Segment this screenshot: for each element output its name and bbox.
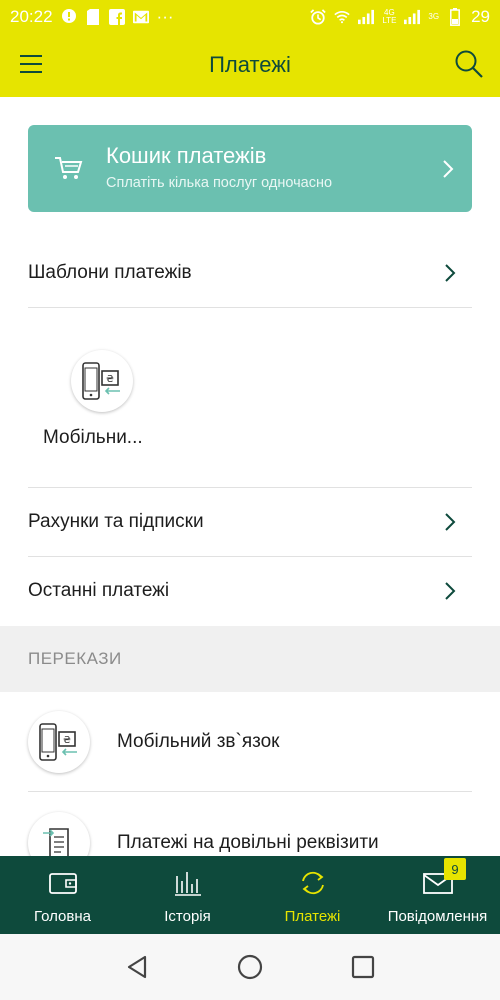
- nav-home[interactable]: Головна: [0, 856, 125, 934]
- chevron-right-icon: [444, 263, 456, 283]
- bar-chart-icon: [174, 872, 201, 896]
- mobile-connection-label: Мобільний зв`язок: [117, 731, 280, 752]
- accounts-subscriptions-row[interactable]: Рахунки та підписки: [28, 504, 472, 540]
- network-type-3g: 3G: [428, 11, 440, 21]
- sim-card-icon: [85, 8, 101, 25]
- divider: [28, 487, 472, 488]
- bottom-navigation: Головна Історія Платежі Повідомлення 9: [0, 856, 500, 934]
- mobile-payment-icon: ₴: [28, 711, 90, 773]
- notification-badge: 9: [444, 858, 466, 880]
- cart-title: Кошик платежів: [106, 143, 267, 168]
- nav-home-label: Головна: [34, 908, 91, 925]
- mobile-payment-icon: ₴: [71, 350, 133, 412]
- chevron-right-icon: [442, 159, 454, 179]
- recent-label: Останні платежі: [28, 580, 170, 601]
- chevron-right-icon: [444, 512, 456, 532]
- status-bar: 20:22 ··· 4G LTE 3G 29: [0, 0, 500, 33]
- arbitrary-details-label: Платежі на довільні реквізити: [117, 832, 379, 853]
- nav-history-label: Історія: [164, 908, 211, 925]
- facebook-icon: [108, 8, 125, 25]
- more-notifications: ···: [156, 6, 174, 26]
- svg-text:₴: ₴: [63, 735, 71, 746]
- divider: [28, 791, 472, 792]
- nav-messages[interactable]: Повідомлення 9: [375, 856, 500, 934]
- system-navigation-bar: [0, 934, 500, 1000]
- page-title: Платежі: [209, 52, 291, 77]
- back-icon[interactable]: [124, 954, 150, 980]
- alarm-icon: [310, 8, 327, 25]
- payments-cart-card[interactable]: Кошик платежів Сплатіть кілька послуг од…: [28, 125, 472, 212]
- mobile-template-tile[interactable]: ₴ Мобільни...: [43, 348, 163, 458]
- mobile-tile-label: Мобільни...: [43, 427, 143, 448]
- nav-payments[interactable]: Платежі: [250, 856, 375, 934]
- divider: [28, 307, 472, 308]
- wallet-icon: [48, 873, 77, 894]
- gmail-icon: [132, 9, 149, 25]
- wifi-icon: [334, 9, 351, 25]
- accounts-label: Рахунки та підписки: [28, 511, 204, 532]
- templates-label: Шаблони платежів: [28, 262, 192, 283]
- status-time: 20:22: [10, 6, 53, 26]
- chat-bubble-icon: [61, 8, 77, 25]
- recent-apps-icon[interactable]: [350, 954, 376, 980]
- divider: [28, 556, 472, 557]
- recent-payments-row[interactable]: Останні платежі: [28, 573, 472, 609]
- cart-subtitle: Сплатіть кілька послуг одночасно: [106, 175, 333, 191]
- sync-arrows-icon: [301, 871, 324, 895]
- network-type-4g: 4G LTE: [382, 7, 397, 25]
- templates-row[interactable]: Шаблони платежів: [28, 255, 472, 291]
- battery-icon: [447, 7, 463, 26]
- menu-icon[interactable]: [20, 53, 42, 75]
- svg-text:₴: ₴: [106, 374, 114, 385]
- cart-icon: [54, 153, 84, 183]
- battery-level: 29: [471, 6, 490, 26]
- nav-messages-label: Повідомлення: [387, 908, 488, 925]
- chevron-right-icon: [444, 581, 456, 601]
- mobile-connection-item[interactable]: ₴ Мобільний зв`язок: [28, 711, 472, 773]
- search-icon[interactable]: [454, 49, 484, 79]
- signal-icon: [358, 9, 375, 25]
- signal-icon-2: [404, 9, 421, 25]
- nav-history[interactable]: Історія: [125, 856, 250, 934]
- home-icon[interactable]: [237, 954, 263, 980]
- section-header-transfers: ПЕРЕКАЗИ: [0, 626, 500, 692]
- nav-payments-label: Платежі: [284, 908, 341, 925]
- app-bar: Платежі: [0, 33, 500, 97]
